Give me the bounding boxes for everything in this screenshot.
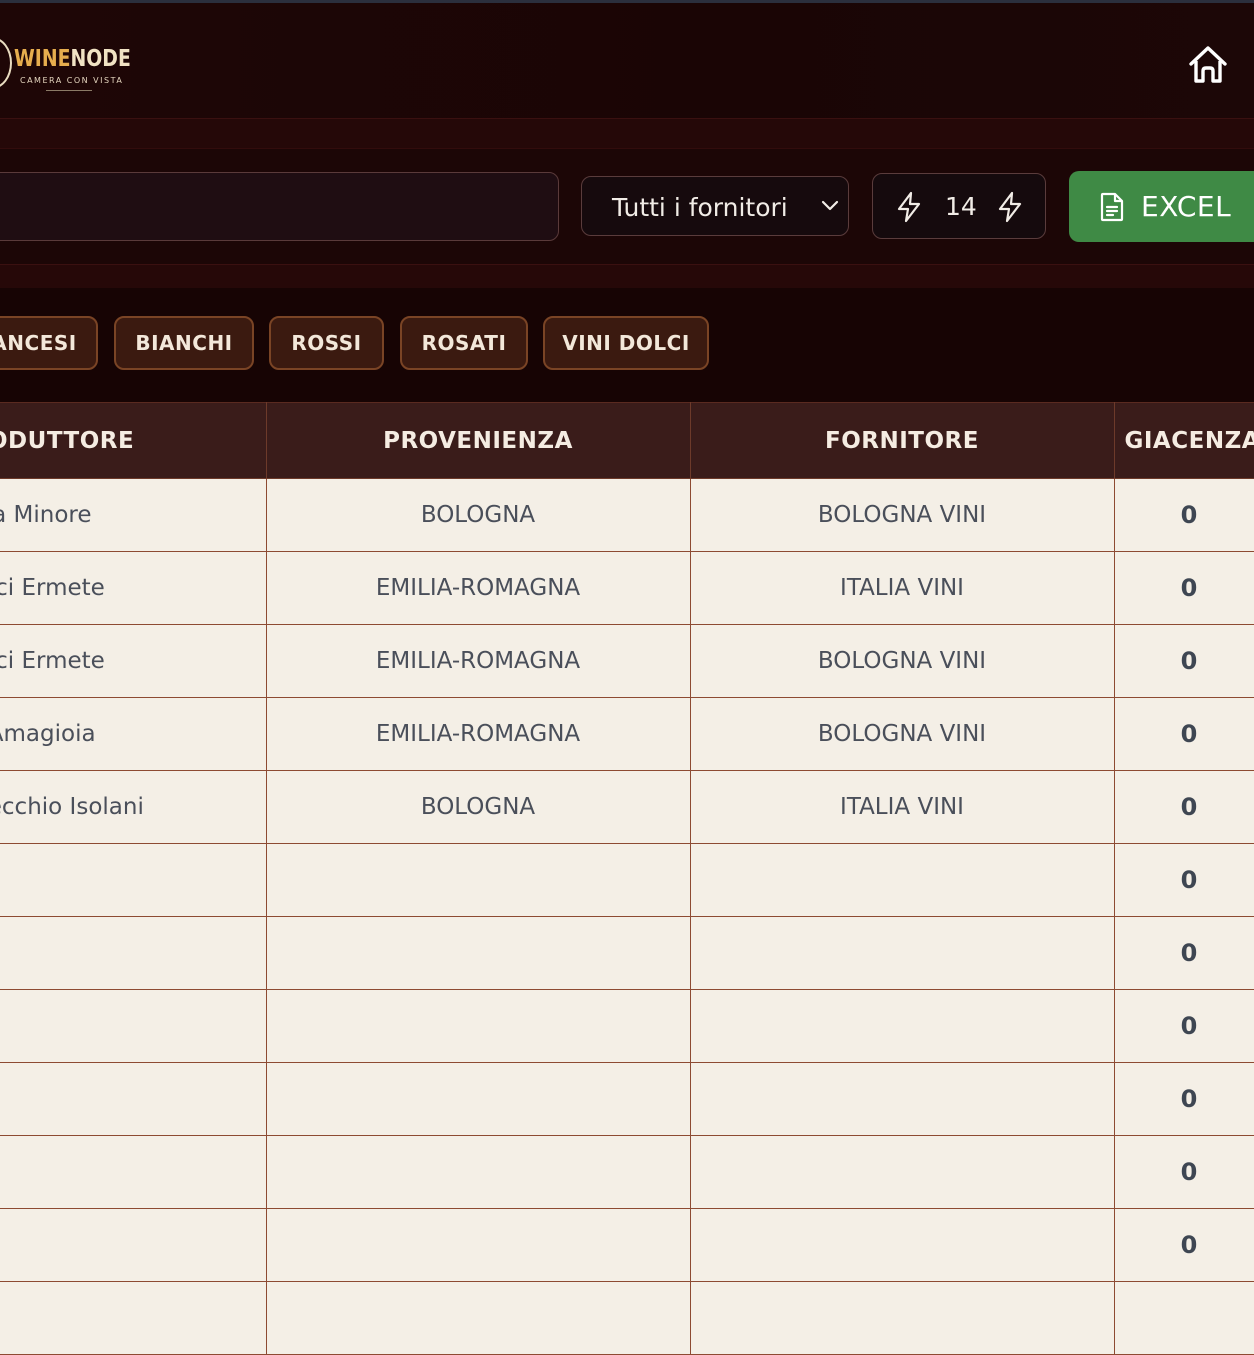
excel-export-button[interactable]: EXCEL <box>1069 171 1254 242</box>
cell-fornitore <box>690 989 1115 1063</box>
excel-export-label: EXCEL <box>1141 190 1232 223</box>
cell-giacenza: 0 <box>1114 1208 1254 1282</box>
table-row[interactable]: 0 <box>0 843 1254 917</box>
cell-giacenza: 0 <box>1114 551 1254 625</box>
cell-produttore <box>0 843 267 917</box>
logo-tagline: CAMERA CON VISTA <box>20 76 124 85</box>
cell-giacenza: 0 <box>1114 624 1254 698</box>
chevron-down-icon <box>821 200 839 211</box>
table-row[interactable]: edici ErmeteEMILIA-ROMAGNABOLOGNA VINI0 <box>0 624 1254 698</box>
logo-mark <box>0 37 12 89</box>
cell-giacenza: 0 <box>1114 843 1254 917</box>
cell-giacenza: 0 <box>1114 1062 1254 1136</box>
counter-control[interactable]: 14 <box>872 173 1046 239</box>
cell-provenienza: BOLOGNA <box>266 478 691 552</box>
cell-giacenza: 0 <box>1114 770 1254 844</box>
cell-produttore <box>0 916 267 990</box>
column-header-giacenza[interactable]: GIACENZA <box>1114 402 1254 479</box>
cell-provenienza <box>266 1208 691 1282</box>
cell-fornitore <box>690 1281 1115 1355</box>
cell-provenienza: BOLOGNA <box>266 770 691 844</box>
table-row[interactable]: 0 <box>0 1208 1254 1282</box>
cell-produttore: edici Ermete <box>0 624 267 698</box>
cell-fornitore: BOLOGNA VINI <box>690 478 1115 552</box>
toolbar-separator <box>0 264 1254 289</box>
cell-produttore: la Amagioia <box>0 697 267 771</box>
category-chip-bianchi[interactable]: BIANCHI <box>114 316 254 370</box>
cell-fornitore <box>690 916 1115 990</box>
cell-produttore <box>0 1208 267 1282</box>
cell-provenienza <box>266 1062 691 1136</box>
supplier-select[interactable]: Tutti i fornitori <box>581 176 849 236</box>
cell-giacenza <box>1114 1281 1254 1355</box>
cell-provenienza <box>266 916 691 990</box>
table-row[interactable]: edici ErmeteEMILIA-ROMAGNAITALIA VINI0 <box>0 551 1254 625</box>
cell-fornitore <box>690 1208 1115 1282</box>
table-row[interactable]: 0 <box>0 989 1254 1063</box>
cell-fornitore <box>690 1062 1115 1136</box>
document-icon <box>1100 192 1124 222</box>
cell-provenienza <box>266 989 691 1063</box>
cell-giacenza: 0 <box>1114 989 1254 1063</box>
cell-giacenza: 0 <box>1114 1135 1254 1209</box>
app-header: WINENODE CAMERA CON VISTA <box>0 3 1254 118</box>
cell-fornitore: BOLOGNA VINI <box>690 697 1115 771</box>
cell-provenienza: EMILIA-ROMAGNA <box>266 697 691 771</box>
category-chip-rosati[interactable]: ROSATI <box>400 316 528 370</box>
logo-divider <box>46 90 92 91</box>
inventory-table: ODUTTORE PROVENIENZA FORNITORE GIACENZA … <box>0 402 1254 1355</box>
table-row[interactable] <box>0 1281 1254 1355</box>
logo-wordmark: WINENODE <box>14 46 131 72</box>
cell-produttore <box>0 1135 267 1209</box>
cell-giacenza: 0 <box>1114 697 1254 771</box>
home-button[interactable] <box>1186 43 1230 87</box>
header-separator <box>0 118 1254 149</box>
column-header-fornitore[interactable]: FORNITORE <box>690 402 1115 479</box>
category-chip[interactable]: ANCESI <box>0 316 98 370</box>
cell-fornitore: ITALIA VINI <box>690 551 1115 625</box>
table-row[interactable]: 0 <box>0 1135 1254 1209</box>
cell-fornitore: ITALIA VINI <box>690 770 1115 844</box>
cell-fornitore <box>690 843 1115 917</box>
column-header-produttore[interactable]: ODUTTORE <box>0 402 267 479</box>
cell-produttore <box>0 1062 267 1136</box>
table-row[interactable]: 0 <box>0 916 1254 990</box>
table-row[interactable]: 0 <box>0 1062 1254 1136</box>
cell-produttore <box>0 1281 267 1355</box>
search-input[interactable] <box>0 172 559 241</box>
category-chip-rossi[interactable]: ROSSI <box>269 316 384 370</box>
cell-produttore <box>0 989 267 1063</box>
cell-giacenza: 0 <box>1114 916 1254 990</box>
lightning-icon[interactable] <box>895 191 923 223</box>
lightning-icon[interactable] <box>996 191 1024 223</box>
cell-produttore: evecchio Isolani <box>0 770 267 844</box>
table-header-row: ODUTTORE PROVENIENZA FORNITORE GIACENZA <box>0 402 1254 479</box>
column-header-provenienza[interactable]: PROVENIENZA <box>266 402 691 479</box>
cell-provenienza <box>266 1281 691 1355</box>
cell-provenienza <box>266 1135 691 1209</box>
cell-fornitore: BOLOGNA VINI <box>690 624 1115 698</box>
cell-provenienza: EMILIA-ROMAGNA <box>266 551 691 625</box>
home-icon <box>1189 46 1227 83</box>
supplier-select-value: Tutti i fornitori <box>612 193 788 222</box>
category-chip-vini-dolci[interactable]: VINI DOLCI <box>543 316 709 370</box>
cell-giacenza: 0 <box>1114 478 1254 552</box>
cell-provenienza: EMILIA-ROMAGNA <box>266 624 691 698</box>
counter-value: 14 <box>945 192 977 221</box>
cell-provenienza <box>266 843 691 917</box>
table-row[interactable]: evecchio IsolaniBOLOGNAITALIA VINI0 <box>0 770 1254 844</box>
cell-produttore: edici Ermete <box>0 551 267 625</box>
table-row[interactable]: la AmagioiaEMILIA-ROMAGNABOLOGNA VINI0 <box>0 697 1254 771</box>
cell-produttore: atta Minore <box>0 478 267 552</box>
table-row[interactable]: atta MinoreBOLOGNABOLOGNA VINI0 <box>0 478 1254 552</box>
cell-fornitore <box>690 1135 1115 1209</box>
